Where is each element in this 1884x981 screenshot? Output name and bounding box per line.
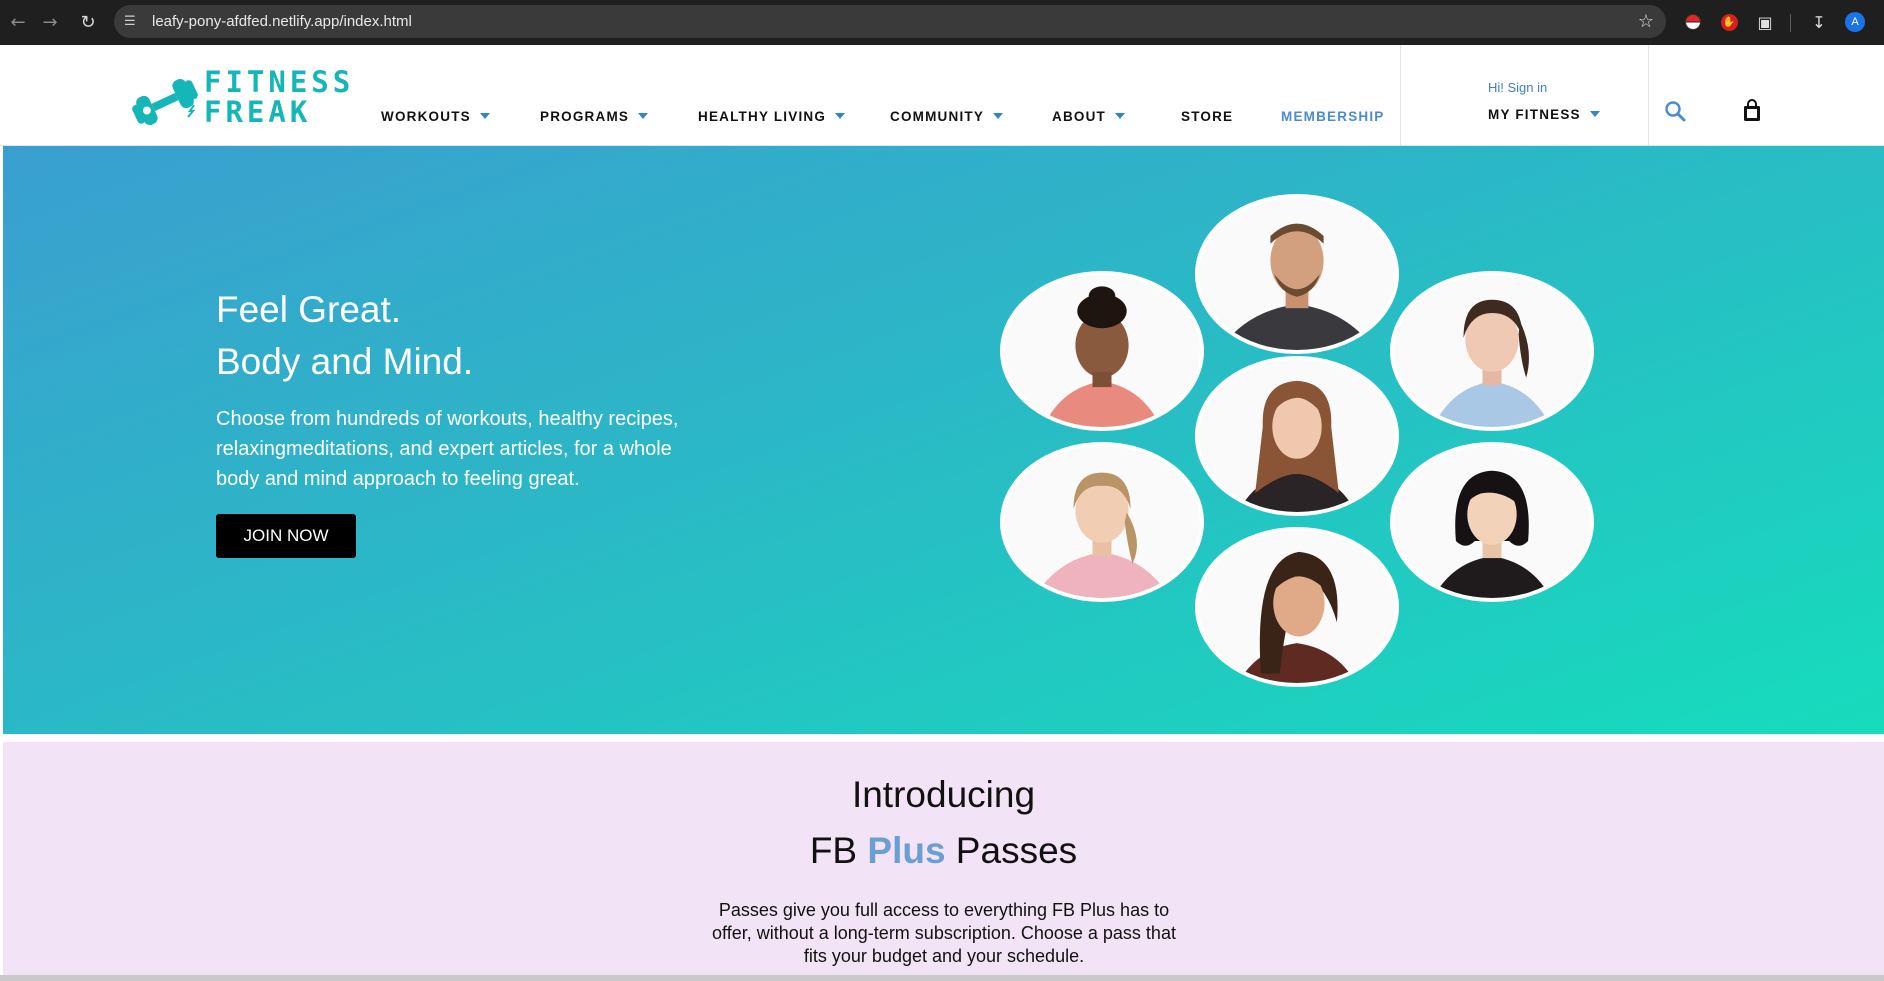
nav-healthy-living-label[interactable]: HEALTHY LIVING: [698, 109, 826, 124]
logo[interactable]: FITNESS FREAK: [128, 63, 354, 127]
bookmark-star-icon[interactable]: ☆: [1638, 11, 1654, 32]
nav-about[interactable]: ABOUT: [1052, 107, 1125, 125]
intro-heading-prefix: FB: [809, 830, 868, 871]
intro-section: Introducing FB Plus Passes Passes give y…: [3, 742, 1884, 981]
forward-icon[interactable]: →: [32, 4, 68, 40]
nav-membership-label[interactable]: MEMBERSHIP: [1281, 109, 1385, 124]
stop-extension-icon[interactable]: ✋: [1716, 9, 1742, 35]
trainer-photo: [1195, 356, 1399, 516]
caret-down-icon: [479, 113, 490, 119]
nav-store-label[interactable]: STORE: [1181, 109, 1233, 124]
nav-healthy-living[interactable]: HEALTHY LIVING: [698, 107, 846, 125]
nav-community[interactable]: COMMUNITY: [890, 107, 1004, 125]
intro-heading-accent: Plus: [867, 830, 946, 871]
header-divider: [1400, 45, 1401, 145]
browser-toolbar: ← → ↻ ☰ leafy-pony-afdfed.netlify.app/in…: [0, 0, 1884, 45]
hero-section: Feel Great. Body and Mind. Choose from h…: [3, 146, 1884, 734]
nav-community-label[interactable]: COMMUNITY: [890, 109, 984, 124]
caret-down-icon: [835, 113, 846, 119]
join-now-button[interactable]: JOIN NOW: [216, 514, 356, 558]
url-text[interactable]: leafy-pony-afdfed.netlify.app/index.html: [152, 13, 412, 30]
caret-down-icon: [1115, 113, 1125, 119]
trainer-photo: [1390, 442, 1594, 602]
trainer-photo: [1195, 194, 1399, 354]
sign-in-link[interactable]: Hi! Sign in: [1488, 80, 1547, 95]
hero-title-line-1: Feel Great.: [216, 289, 402, 330]
avatar[interactable]: A: [1845, 12, 1865, 32]
trainer-photo: [1390, 271, 1594, 431]
header-divider: [1648, 45, 1649, 145]
hero-title-line-2: Body and Mind.: [216, 341, 474, 382]
trainer-photo: [1195, 527, 1399, 687]
dumbbell-logo-icon: [132, 79, 198, 125]
nav-membership[interactable]: MEMBERSHIP: [1281, 107, 1385, 125]
shopping-bag-icon[interactable]: [1740, 98, 1764, 124]
nav-about-label[interactable]: ABOUT: [1052, 109, 1106, 124]
toolbar-divider: [1790, 14, 1791, 32]
nav-store[interactable]: STORE: [1181, 107, 1233, 125]
reload-icon[interactable]: ↻: [70, 4, 106, 40]
trainer-photo: [1000, 442, 1204, 602]
horizontal-scrollbar[interactable]: [0, 975, 1884, 981]
hero-title: Feel Great. Body and Mind.: [216, 284, 473, 388]
caret-down-icon: [1589, 111, 1600, 117]
search-icon[interactable]: [1662, 98, 1690, 126]
address-bar[interactable]: ☰ leafy-pony-afdfed.netlify.app/index.ht…: [114, 5, 1666, 38]
intro-heading-line-2: FB Plus Passes: [3, 830, 1884, 872]
my-fitness-menu[interactable]: MY FITNESS: [1488, 105, 1600, 123]
site-header: FITNESS FREAK WORKOUTS PROGRAMS HEALTHY …: [0, 45, 1884, 146]
pokeball-extension-icon[interactable]: [1680, 9, 1706, 35]
hero-description: Choose from hundreds of workouts, health…: [216, 408, 679, 490]
intro-heading-suffix: Passes: [945, 830, 1078, 871]
nav-workouts-label[interactable]: WORKOUTS: [381, 109, 471, 124]
caret-down-icon: [993, 113, 1004, 119]
puzzle-extension-icon[interactable]: ▣: [1752, 9, 1778, 35]
download-icon[interactable]: ↧: [1806, 9, 1832, 35]
intro-heading-line-1: Introducing: [851, 774, 1036, 815]
intro-description: Passes give you full access to everythin…: [712, 900, 1176, 966]
logo-line-2: FREAK: [204, 95, 312, 129]
my-fitness-label[interactable]: MY FITNESS: [1488, 107, 1581, 122]
caret-down-icon: [638, 113, 649, 119]
logo-line-1: FITNESS: [204, 65, 355, 99]
nav-programs[interactable]: PROGRAMS: [540, 107, 649, 125]
nav-workouts[interactable]: WORKOUTS: [381, 107, 490, 125]
back-icon[interactable]: ←: [0, 4, 36, 40]
nav-programs-label[interactable]: PROGRAMS: [540, 109, 629, 124]
trainer-photo: [1000, 271, 1204, 431]
logo-text: FITNESS FREAK: [204, 67, 354, 127]
site-settings-icon[interactable]: ☰: [124, 14, 146, 29]
